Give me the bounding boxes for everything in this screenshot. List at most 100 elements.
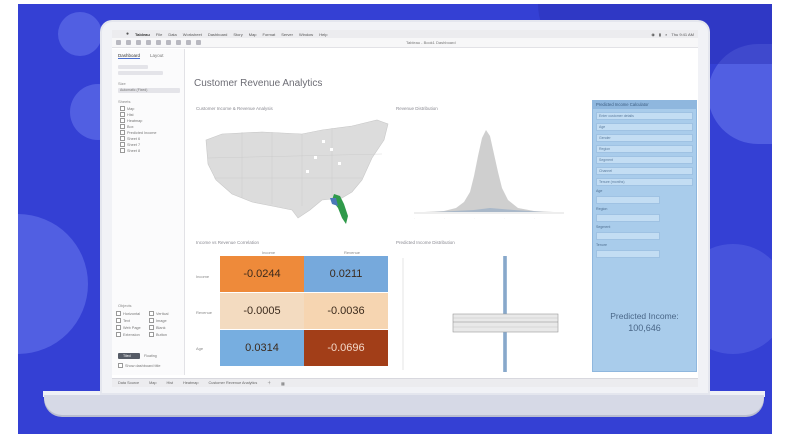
sheet-tab[interactable]: Hist: [167, 381, 174, 385]
sheet-tab[interactable]: Heatmap: [183, 381, 198, 385]
save-icon[interactable]: [136, 40, 141, 45]
param-label: Segment: [596, 225, 611, 229]
sheet-item[interactable]: Heatmap: [120, 118, 176, 123]
clock: Thu 9:41 AM: [671, 31, 694, 37]
wifi-icon[interactable]: ◉: [651, 32, 655, 37]
object-item[interactable]: Text: [116, 318, 149, 323]
input-field[interactable]: Age: [596, 123, 693, 131]
heatmap-cell[interactable]: -0.0696: [304, 330, 388, 366]
menu-item[interactable]: Dashboard: [208, 32, 228, 37]
revenue-histogram[interactable]: · · · · ·: [394, 116, 569, 226]
prediction-value: 100,646: [628, 323, 661, 333]
object-item[interactable]: Vertical: [149, 311, 182, 316]
us-map[interactable]: [202, 118, 390, 236]
objects-grid: Horizontal Vertical Text Image Web Page …: [116, 311, 182, 337]
new-sheet-icon[interactable]: [156, 40, 161, 45]
sheet-item[interactable]: Map: [120, 106, 176, 111]
menu-item[interactable]: Map: [249, 32, 257, 37]
object-item[interactable]: Image: [149, 318, 182, 323]
prediction-result: Predicted Income: 100,646: [593, 311, 696, 333]
pane-tabs: Dashboard Layout: [112, 49, 184, 63]
show-title-checkbox[interactable]: Show dashboard title: [118, 363, 160, 368]
menu-item[interactable]: Worksheet: [183, 32, 202, 37]
input-field[interactable]: Region: [596, 145, 693, 153]
tiled-button[interactable]: Tiled: [118, 353, 140, 359]
heatmap-cell[interactable]: -0.0244: [220, 256, 304, 292]
input-field[interactable]: Enter customer details: [596, 112, 693, 120]
tab-dashboard[interactable]: Dashboard: [118, 53, 141, 59]
param-input[interactable]: [596, 196, 660, 204]
param-input[interactable]: [596, 250, 660, 258]
input-field[interactable]: Tenure (months): [596, 178, 693, 186]
checkbox-icon: [118, 363, 123, 368]
battery-icon[interactable]: ▮: [659, 32, 661, 37]
menu-item[interactable]: Data: [168, 32, 176, 37]
search-icon[interactable]: ⌕: [665, 32, 667, 37]
menu-item[interactable]: Window: [299, 32, 313, 37]
objects-label: Objects: [118, 303, 132, 308]
device-preview-option[interactable]: [118, 65, 148, 69]
heatmap-cell[interactable]: 0.0314: [220, 330, 304, 366]
sheet-item[interactable]: Predicted Income: [120, 130, 176, 135]
device-preview-option[interactable]: [118, 71, 163, 75]
map-caption: Customer Income & Revenue Analysis: [196, 106, 273, 111]
menu-item[interactable]: Server: [281, 32, 293, 37]
heatmap-cell[interactable]: -0.0005: [220, 293, 304, 329]
svg-text:·: ·: [474, 216, 475, 220]
prediction-panel: Predicted Income Calculator Enter custom…: [592, 100, 697, 372]
row-label: Income: [196, 274, 210, 279]
param-input[interactable]: [596, 232, 660, 240]
param-input[interactable]: [596, 214, 660, 222]
row-label: Age: [196, 346, 204, 351]
sheet-tab[interactable]: Customer Revenue Analytics: [208, 381, 257, 385]
new-dashboard-icon[interactable]: ▦: [281, 381, 285, 386]
object-item[interactable]: Extension: [116, 332, 149, 337]
sheet-tab[interactable]: Map: [149, 381, 156, 385]
sheet-item[interactable]: Sheet 7: [120, 142, 176, 147]
object-icon: [116, 325, 121, 330]
clear-icon[interactable]: [176, 40, 181, 45]
object-item[interactable]: Web Page: [116, 325, 149, 330]
swap-icon[interactable]: [186, 40, 191, 45]
sheet-tab[interactable]: Data Source: [118, 381, 139, 385]
heatmap-cell[interactable]: 0.0211: [304, 256, 388, 292]
object-item[interactable]: Horizontal: [116, 311, 149, 316]
input-field[interactable]: Gender: [596, 134, 693, 142]
prediction-label: Predicted Income:: [610, 311, 679, 321]
object-item[interactable]: Button: [149, 332, 182, 337]
new-data-source-icon[interactable]: [146, 40, 151, 45]
undo-icon[interactable]: [116, 40, 121, 45]
floating-button[interactable]: Floating: [144, 354, 157, 358]
size-dropdown[interactable]: Automatic (Fixed): [118, 88, 180, 93]
svg-text:·: ·: [504, 216, 505, 220]
redo-icon[interactable]: [126, 40, 131, 45]
menu-item[interactable]: Tableau: [135, 32, 150, 37]
sheet-item[interactable]: Sheet 8: [120, 148, 176, 153]
x-ticks: · · · · ·: [414, 216, 535, 220]
sort-icon[interactable]: [196, 40, 201, 45]
new-sheet-icon[interactable]: ＋: [267, 381, 271, 386]
sheet-item[interactable]: Box: [120, 124, 176, 129]
object-icon: [149, 311, 154, 316]
predicted-income-boxplot[interactable]: [395, 252, 570, 377]
menu-item[interactable]: Story: [233, 32, 242, 37]
input-field[interactable]: Segment: [596, 156, 693, 164]
heatmap-caption: Income vs Revenue Correlation: [196, 240, 260, 245]
heatmap-cell[interactable]: -0.0036: [304, 293, 388, 329]
apple-icon[interactable]: ●: [126, 31, 129, 37]
duplicate-icon[interactable]: [166, 40, 171, 45]
object-item[interactable]: Blank: [149, 325, 182, 330]
size-label: Size: [118, 81, 126, 86]
menu-item[interactable]: Help: [319, 32, 327, 37]
menu-item[interactable]: File: [156, 32, 162, 37]
menu-item[interactable]: Format: [263, 32, 276, 37]
object-icon: [116, 311, 121, 316]
histogram-caption: Revenue Distribution: [396, 106, 438, 111]
object-icon: [116, 318, 121, 323]
sheet-item[interactable]: Hist: [120, 112, 176, 117]
sheet-icon: [120, 118, 125, 123]
sheet-item[interactable]: Sheet 6: [120, 136, 176, 141]
tab-layout[interactable]: Layout: [150, 53, 164, 59]
input-field[interactable]: Channel: [596, 167, 693, 175]
svg-text:·: ·: [414, 216, 415, 220]
